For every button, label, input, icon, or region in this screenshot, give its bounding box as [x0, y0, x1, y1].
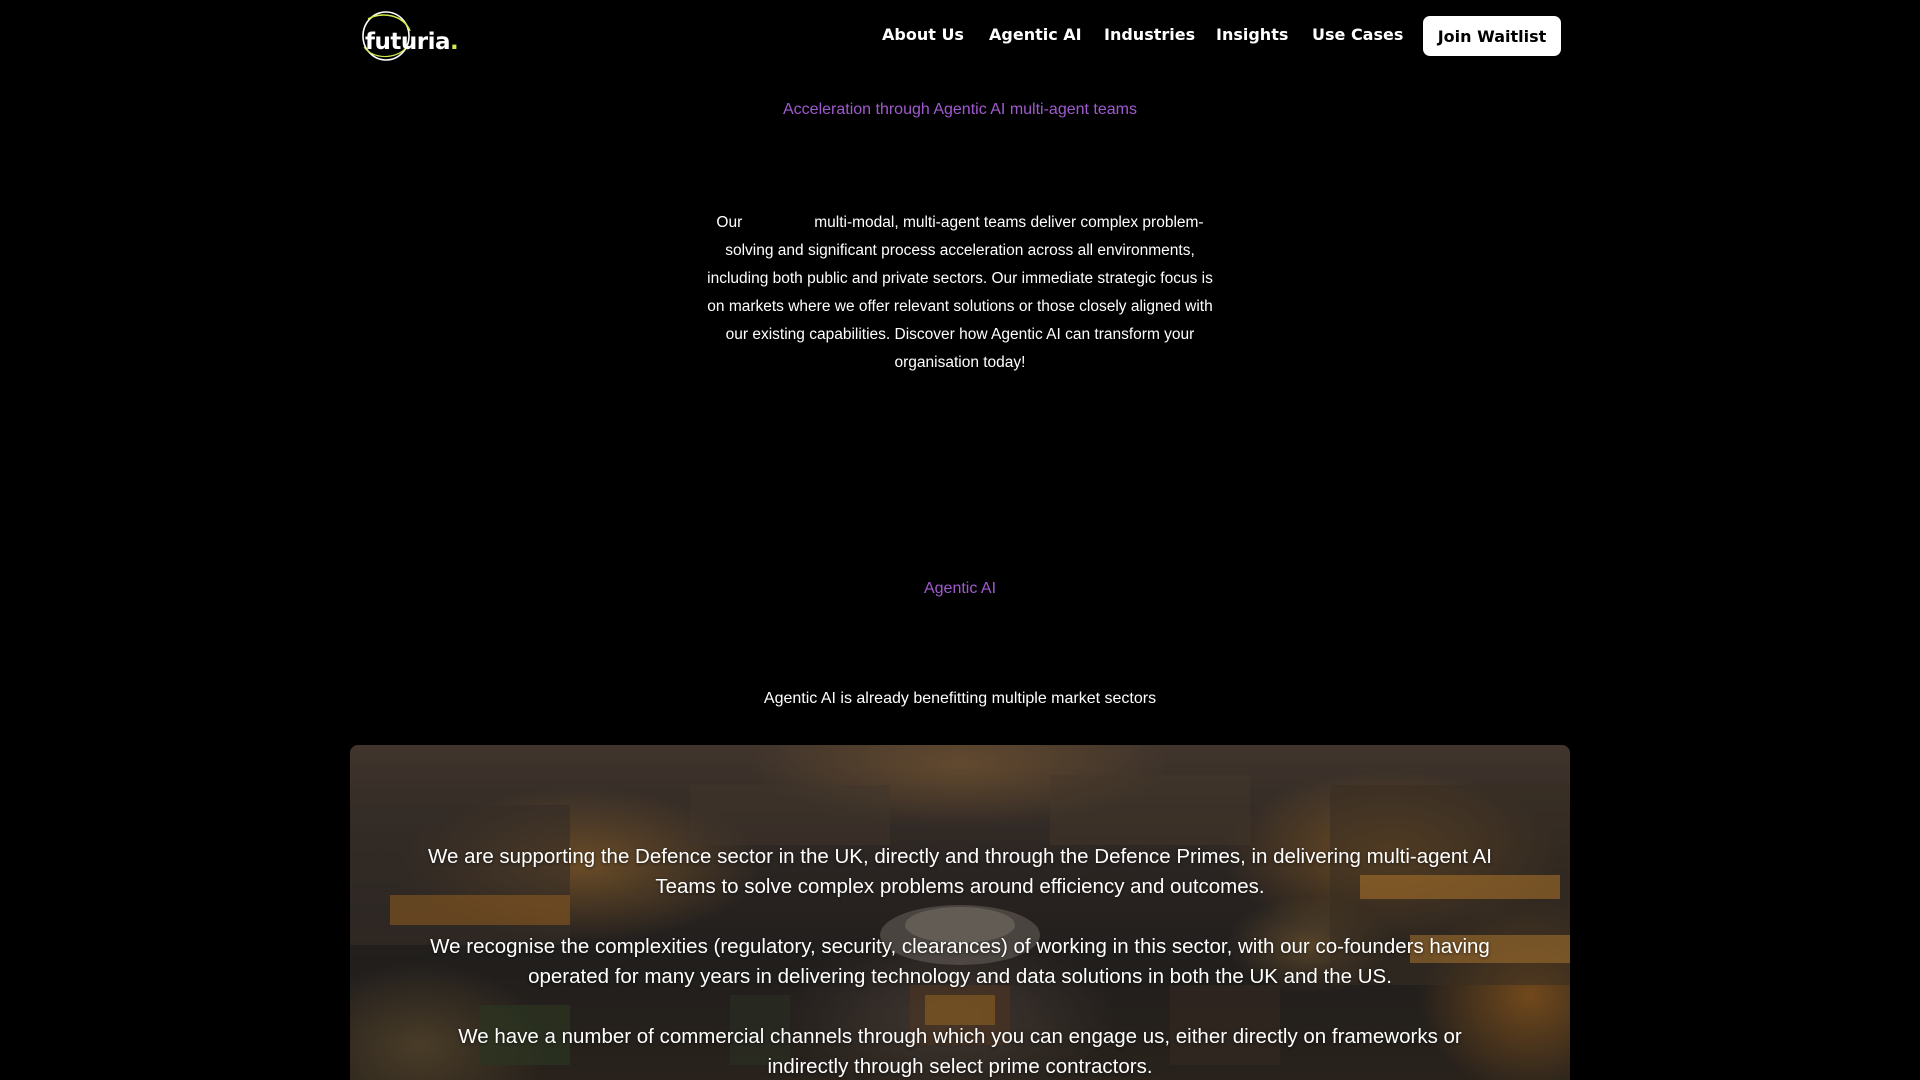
hero-paragraph-rest: multi-modal, multi-agent teams deliver c… [707, 214, 1213, 371]
page: futuria. About Us Agentic AI Industries … [0, 0, 1920, 1080]
hero-paragraph-start: Our [716, 214, 743, 231]
nav-insights[interactable]: Insights [1216, 25, 1288, 44]
nav-agentic-ai[interactable]: Agentic AI [989, 25, 1082, 44]
join-waitlist-button[interactable]: Join Waitlist [1423, 16, 1561, 56]
nav-use-cases[interactable]: Use Cases [1312, 25, 1403, 44]
agentic-ai-eyebrow: Agentic AI [923, 580, 997, 597]
main-nav: About Us Agentic AI Industries Insights … [350, 0, 1570, 70]
agentic-ai-subtitle: Agentic AI is already benefitting multip… [763, 690, 1157, 707]
defence-paragraph-1: We are supporting the Defence sector in … [428, 845, 1492, 898]
site-header: futuria. About Us Agentic AI Industries … [350, 0, 1570, 70]
defence-paragraph-3: We have a number of commercial channels … [458, 1025, 1462, 1078]
hero-paragraph: Our multi-modal, multi-agent teams delive… [705, 209, 1215, 377]
nav-industries[interactable]: Industries [1104, 25, 1195, 44]
hero-eyebrow: Acceleration through Agentic AI multi-ag… [783, 101, 1137, 118]
defence-sector-card: We are supporting the Defence sector in … [350, 745, 1570, 1080]
nav-about-us[interactable]: About Us [882, 25, 964, 44]
defence-paragraph-2: We recognise the complexities (regulator… [430, 935, 1490, 988]
